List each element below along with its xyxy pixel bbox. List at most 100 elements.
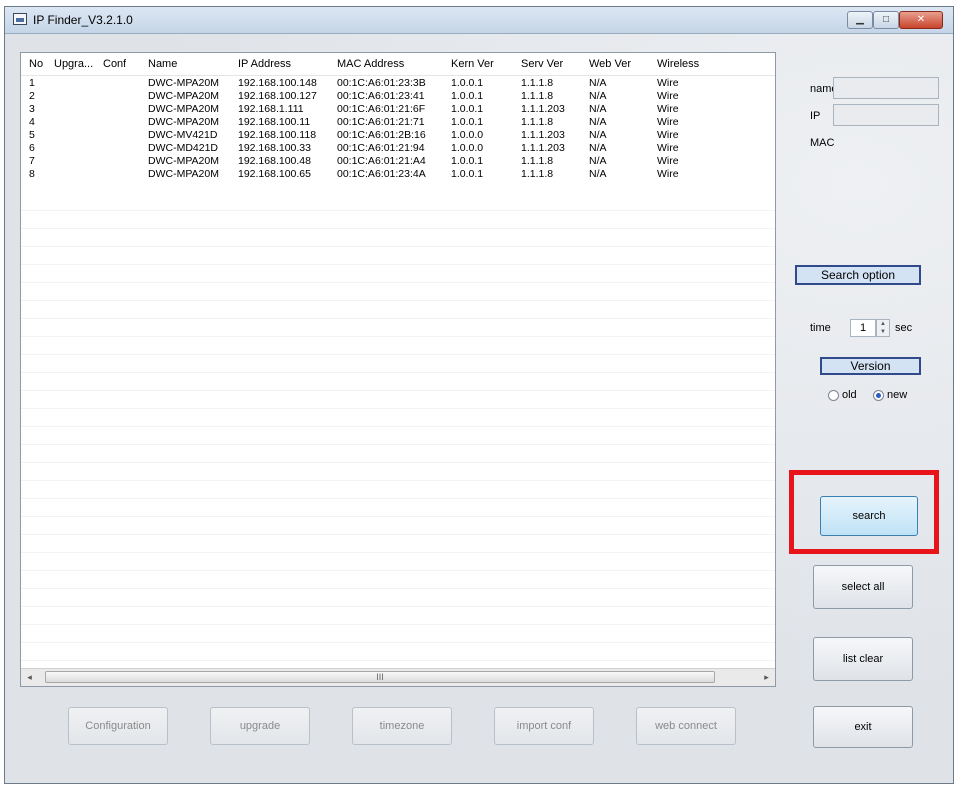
version-new-radio[interactable]: [873, 390, 884, 401]
scroll-right-icon[interactable]: ▸: [758, 669, 775, 686]
cell-ip: 192.168.100.48: [238, 155, 311, 167]
table-row[interactable]: 4 DWC-MPA20M 192.168.100.11 00:1C:A6:01:…: [21, 116, 775, 129]
cell-no: 8: [29, 168, 35, 180]
column-header-wireless[interactable]: Wireless: [657, 58, 699, 70]
time-stepper-arrows-icon[interactable]: ▲ ▼: [876, 319, 890, 337]
exit-button[interactable]: exit: [813, 706, 913, 748]
cell-wireless: Wire: [657, 103, 679, 115]
version-old-radio[interactable]: [828, 390, 839, 401]
cell-web-ver: N/A: [589, 129, 607, 141]
cell-no: 7: [29, 155, 35, 167]
cell-name: DWC-MPA20M: [148, 168, 219, 180]
cell-wireless: Wire: [657, 142, 679, 154]
mac-label: MAC: [810, 137, 835, 149]
cell-serv-ver: 1.1.1.8: [521, 168, 554, 180]
column-header-web-ver[interactable]: Web Ver: [589, 58, 631, 70]
cell-name: DWC-MPA20M: [148, 155, 219, 167]
cell-mac: 00:1C:A6:01:2B:16: [337, 129, 426, 141]
minimize-button[interactable]: ▁: [847, 11, 873, 29]
column-header-upgrade[interactable]: Upgra...: [54, 58, 94, 70]
cell-serv-ver: 1.1.1.8: [521, 90, 554, 102]
cell-mac: 00:1C:A6:01:21:94: [337, 142, 425, 154]
close-button[interactable]: ✕: [899, 11, 943, 29]
cell-no: 5: [29, 129, 35, 141]
cell-ip: 192.168.100.65: [238, 168, 311, 180]
time-unit-label: sec: [895, 322, 913, 334]
cell-name: DWC-MV421D: [148, 129, 218, 141]
column-header-serv-ver[interactable]: Serv Ver: [521, 58, 563, 70]
cell-no: 3: [29, 103, 35, 115]
table-row[interactable]: 6 DWC-MD421D 192.168.100.33 00:1C:A6:01:…: [21, 142, 775, 155]
column-header-ip[interactable]: IP Address: [238, 58, 291, 70]
cell-ip: 192.168.100.127: [238, 90, 317, 102]
cell-mac: 00:1C:A6:01:23:41: [337, 90, 425, 102]
column-header-mac[interactable]: MAC Address: [337, 58, 404, 70]
import-conf-button[interactable]: import conf: [494, 707, 594, 745]
ip-label: IP: [810, 110, 821, 122]
cell-wireless: Wire: [657, 155, 679, 167]
cell-wireless: Wire: [657, 77, 679, 89]
cell-name: DWC-MPA20M: [148, 103, 219, 115]
cell-kern-ver: 1.0.0.1: [451, 168, 484, 180]
version-old-label: old: [842, 389, 857, 401]
cell-mac: 00:1C:A6:01:23:3B: [337, 77, 426, 89]
table-row[interactable]: 2 DWC-MPA20M 192.168.100.127 00:1C:A6:01…: [21, 90, 775, 103]
cell-no: 2: [29, 90, 35, 102]
version-header: Version: [820, 357, 921, 375]
time-stepper-input[interactable]: 1: [850, 319, 876, 337]
name-field[interactable]: [833, 77, 939, 99]
column-header-no[interactable]: No: [29, 58, 43, 70]
cell-wireless: Wire: [657, 116, 679, 128]
cell-wireless: Wire: [657, 90, 679, 102]
table-row[interactable]: 5 DWC-MV421D 192.168.100.118 00:1C:A6:01…: [21, 129, 775, 142]
cell-ip: 192.168.100.33: [238, 142, 311, 154]
cell-ip: 192.168.100.118: [238, 129, 317, 141]
cell-serv-ver: 1.1.1.8: [521, 77, 554, 89]
column-header-conf[interactable]: Conf: [103, 58, 126, 70]
cell-web-ver: N/A: [589, 103, 607, 115]
horizontal-scrollbar[interactable]: ◂ III ▸: [21, 668, 775, 686]
web-connect-button[interactable]: web connect: [636, 707, 736, 745]
device-list[interactable]: No Upgra... Conf Name IP Address MAC Add…: [20, 52, 776, 687]
cell-web-ver: N/A: [589, 155, 607, 167]
configuration-button[interactable]: Configuration: [68, 707, 168, 745]
search-option-header: Search option: [795, 265, 921, 285]
cell-serv-ver: 1.1.1.8: [521, 155, 554, 167]
scroll-thumb[interactable]: III: [45, 671, 715, 683]
cell-ip: 192.168.1.111: [238, 103, 304, 115]
table-row[interactable]: 3 DWC-MPA20M 192.168.1.111 00:1C:A6:01:2…: [21, 103, 775, 116]
cell-kern-ver: 1.0.0.1: [451, 103, 484, 115]
cell-web-ver: N/A: [589, 116, 607, 128]
cell-web-ver: N/A: [589, 77, 607, 89]
cell-name: DWC-MD421D: [148, 142, 219, 154]
scroll-left-icon[interactable]: ◂: [21, 669, 38, 686]
version-new-label: new: [887, 389, 908, 401]
column-header-kern-ver[interactable]: Kern Ver: [451, 58, 494, 70]
cell-ip: 192.168.100.148: [238, 77, 317, 89]
list-header: No Upgra... Conf Name IP Address MAC Add…: [21, 53, 775, 76]
cell-wireless: Wire: [657, 129, 679, 141]
timezone-button[interactable]: timezone: [352, 707, 452, 745]
cell-wireless: Wire: [657, 168, 679, 180]
cell-kern-ver: 1.0.0.0: [451, 142, 484, 154]
column-header-name[interactable]: Name: [148, 58, 177, 70]
table-row[interactable]: 8 DWC-MPA20M 192.168.100.65 00:1C:A6:01:…: [21, 168, 775, 181]
time-label: time: [810, 322, 831, 334]
cell-web-ver: N/A: [589, 90, 607, 102]
cell-kern-ver: 1.0.0.1: [451, 116, 484, 128]
cell-serv-ver: 1.1.1.203: [521, 129, 565, 141]
upgrade-button[interactable]: upgrade: [210, 707, 310, 745]
title-bar[interactable]: IP Finder_V3.2.1.0 ▁ □ ✕: [5, 7, 953, 34]
cell-kern-ver: 1.0.0.0: [451, 129, 484, 141]
cell-name: DWC-MPA20M: [148, 90, 219, 102]
window-title: IP Finder_V3.2.1.0: [33, 13, 133, 27]
table-row[interactable]: 7 DWC-MPA20M 192.168.100.48 00:1C:A6:01:…: [21, 155, 775, 168]
maximize-button[interactable]: □: [873, 11, 899, 29]
select-all-button[interactable]: select all: [813, 565, 913, 609]
cell-kern-ver: 1.0.0.1: [451, 90, 484, 102]
list-clear-button[interactable]: list clear: [813, 637, 913, 681]
cell-web-ver: N/A: [589, 168, 607, 180]
table-row[interactable]: 1 DWC-MPA20M 192.168.100.148 00:1C:A6:01…: [21, 77, 775, 90]
cell-web-ver: N/A: [589, 142, 607, 154]
ip-field[interactable]: [833, 104, 939, 126]
